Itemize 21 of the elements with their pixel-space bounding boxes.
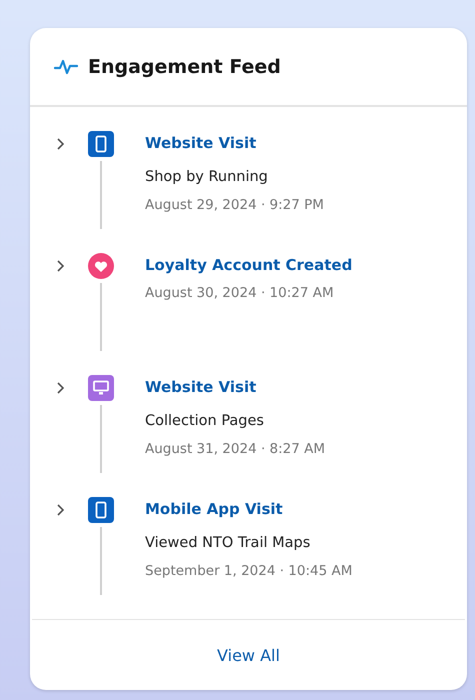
- event-detail: Viewed NTO Trail Maps: [145, 534, 312, 554]
- event-title-link[interactable]: Mobile App Visit: [145, 499, 352, 520]
- event-detail: Shop by Running: [145, 168, 269, 188]
- event-title-link[interactable]: Website Visit: [145, 377, 326, 398]
- card-title: Engagement Feed: [88, 56, 281, 78]
- event-time: August 30, 2024 · 10:27 AM: [145, 284, 335, 304]
- chevron-icon[interactable]: [56, 381, 66, 396]
- pulse-icon: [54, 58, 78, 75]
- monitor-icon: [88, 375, 114, 402]
- event-title-link[interactable]: Loyalty Account Created: [145, 255, 352, 276]
- event-time: September 1, 2024 · 10:45 AM: [145, 562, 352, 582]
- chevron-icon[interactable]: [56, 503, 66, 518]
- event-detail: Collection Pages: [145, 412, 265, 432]
- chevron-icon[interactable]: [56, 259, 66, 274]
- event-time: August 31, 2024 · 8:27 AM: [145, 440, 326, 460]
- event-title-link[interactable]: Website Visit: [145, 133, 324, 154]
- chevron-icon[interactable]: [56, 137, 66, 152]
- event-time: August 29, 2024 · 9:27 PM: [145, 196, 324, 216]
- view-all-link[interactable]: View All: [217, 646, 280, 665]
- phone-icon: [88, 497, 114, 524]
- phone-icon: [88, 131, 114, 158]
